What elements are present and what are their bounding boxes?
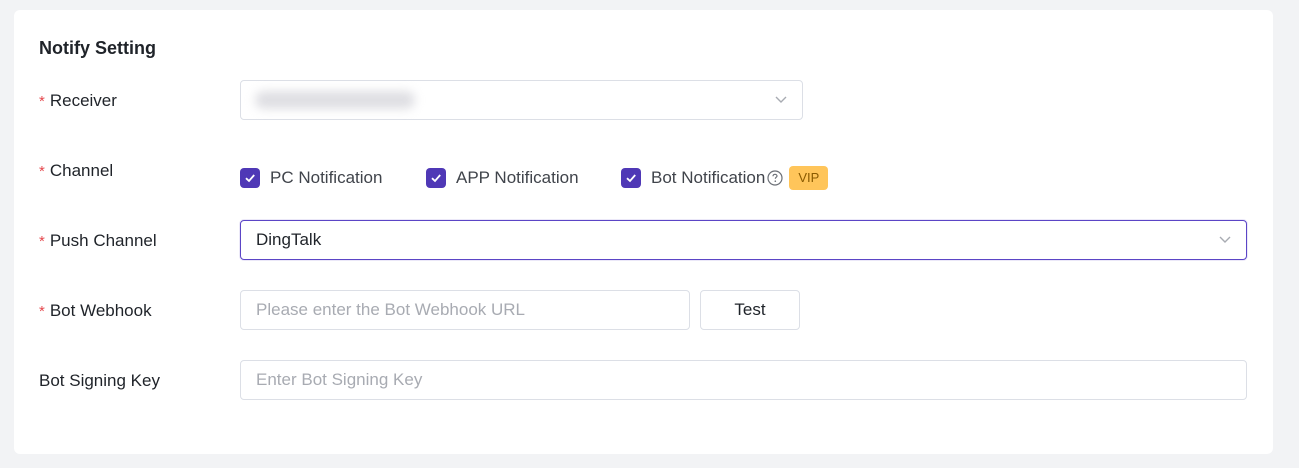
check-icon[interactable] xyxy=(426,168,446,188)
bot-signing-key-input[interactable]: Enter Bot Signing Key xyxy=(240,360,1247,400)
checkbox-label: APP Notification xyxy=(456,168,579,187)
checkbox-bot-notification[interactable]: Bot Notification VIP xyxy=(621,166,829,190)
check-icon[interactable] xyxy=(240,168,260,188)
receiver-label-text: Receiver xyxy=(49,91,117,110)
question-circle-icon[interactable] xyxy=(767,170,783,186)
checkbox-label: PC Notification xyxy=(270,168,383,187)
notify-setting-card: Notify Setting * Receiver * Channel PC Not… xyxy=(14,10,1273,454)
required-mark: * xyxy=(39,163,45,180)
receiver-label: * Receiver xyxy=(39,91,117,112)
bot-webhook-label: * Bot Webhook xyxy=(39,301,152,322)
section-title: Notify Setting xyxy=(39,38,156,58)
push-channel-select[interactable]: DingTalk xyxy=(240,220,1247,260)
receiver-selected-value-redacted xyxy=(241,81,459,119)
push-channel-value: DingTalk xyxy=(256,230,322,249)
chevron-down-icon xyxy=(1219,236,1231,243)
required-mark: * xyxy=(39,93,45,110)
bot-signing-key-placeholder: Enter Bot Signing Key xyxy=(256,370,423,389)
required-mark: * xyxy=(39,233,45,250)
receiver-select[interactable] xyxy=(240,80,803,120)
checkbox-app-notification[interactable]: APP Notification xyxy=(426,167,579,189)
bot-signing-key-label: Bot Signing Key xyxy=(39,371,160,390)
push-channel-label: * Push Channel xyxy=(39,231,157,252)
checkbox-label: Bot Notification xyxy=(651,168,766,187)
bot-webhook-input[interactable]: Please enter the Bot Webhook URL xyxy=(240,290,690,330)
check-icon[interactable] xyxy=(621,168,641,188)
channel-label: * Channel xyxy=(39,161,113,182)
channel-label-text: Channel xyxy=(49,161,114,180)
required-mark: * xyxy=(39,303,45,320)
checkbox-pc-notification[interactable]: PC Notification xyxy=(240,167,382,189)
push-channel-label-text: Push Channel xyxy=(49,231,157,250)
bot-webhook-placeholder: Please enter the Bot Webhook URL xyxy=(256,300,526,319)
test-button[interactable]: Test xyxy=(700,290,800,330)
vip-badge: VIP xyxy=(789,166,829,190)
chevron-down-icon xyxy=(775,96,787,103)
bot-webhook-label-text: Bot Webhook xyxy=(49,301,152,320)
